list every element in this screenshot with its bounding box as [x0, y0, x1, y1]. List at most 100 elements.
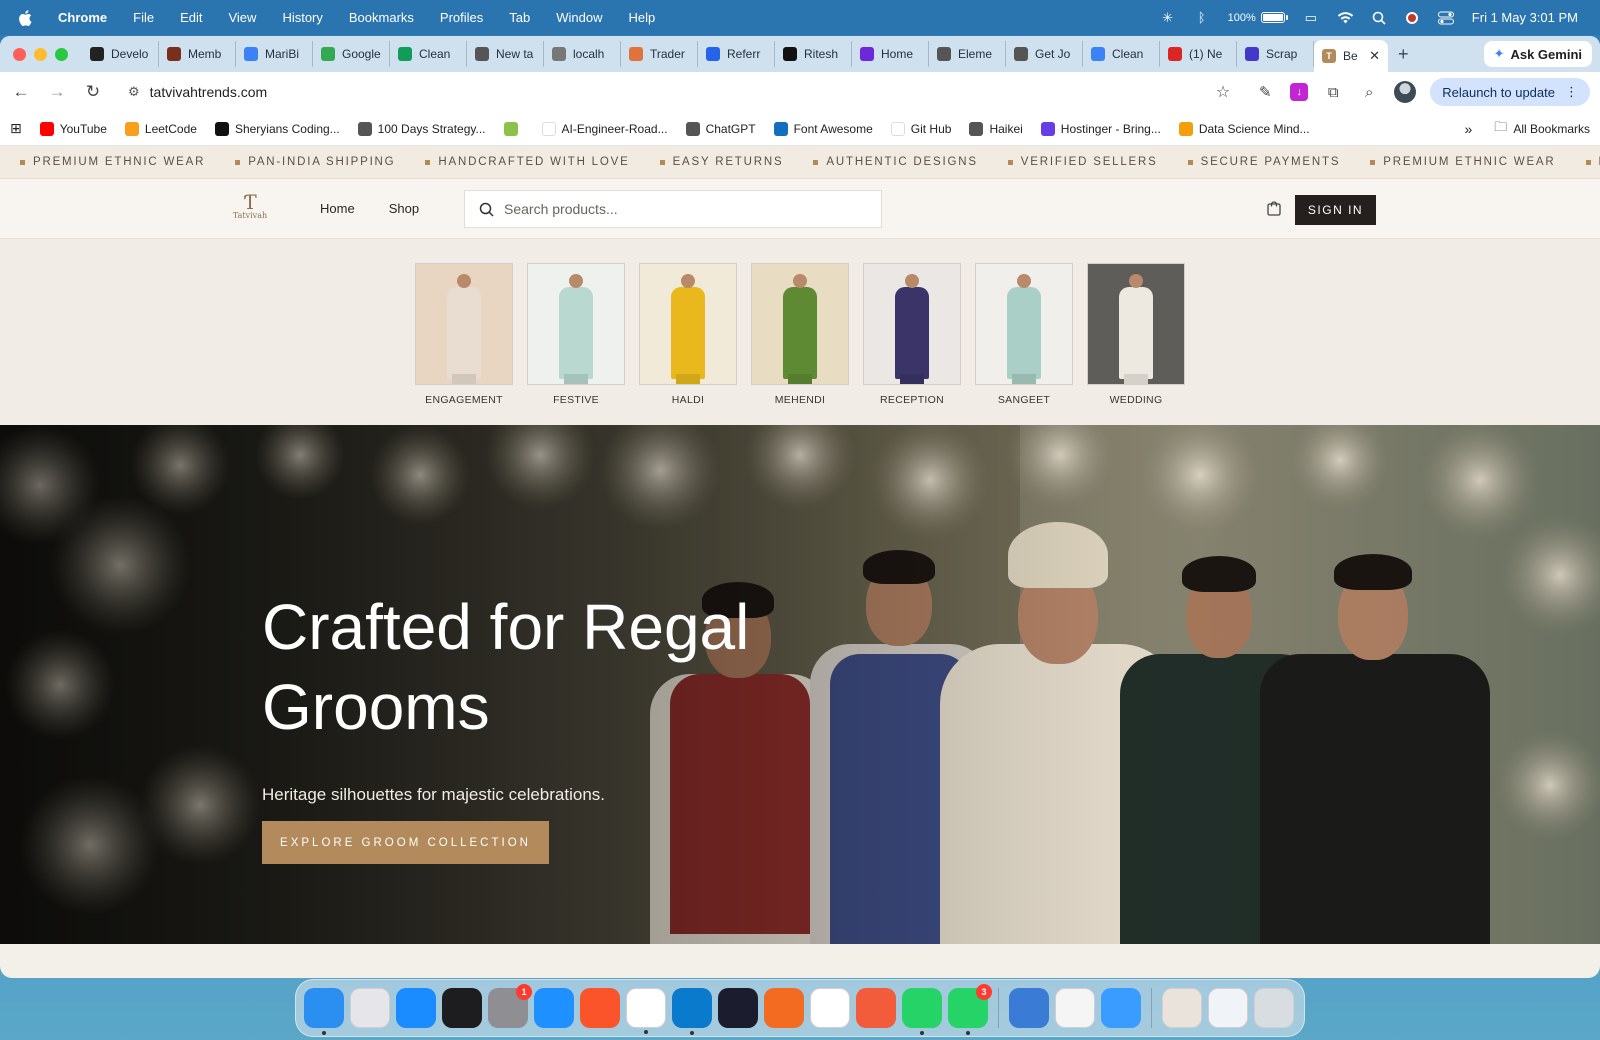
- reload-icon[interactable]: ↻: [82, 82, 104, 102]
- all-bookmarks-folder[interactable]: 🗀 All Bookmarks: [1494, 118, 1590, 140]
- browser-tab[interactable]: Eleme: [929, 41, 1006, 67]
- ask-gemini-button[interactable]: ✦ Ask Gemini: [1483, 41, 1592, 67]
- dock-pen-tool-icon[interactable]: [764, 988, 804, 1028]
- browser-tab[interactable]: localh: [544, 41, 621, 67]
- menu-file[interactable]: File: [133, 10, 154, 25]
- bookmark-font-awesome[interactable]: Font Awesome: [773, 121, 873, 136]
- bookmark-leetcode[interactable]: LeetCode: [124, 121, 197, 136]
- kebab-menu-icon[interactable]: ⋮: [1565, 84, 1578, 100]
- dock-vs-code-icon[interactable]: [672, 988, 712, 1035]
- bookmark-youtube[interactable]: YouTube: [39, 121, 107, 136]
- dock-mail-icon[interactable]: [1101, 988, 1141, 1028]
- new-tab-button[interactable]: +: [1388, 44, 1419, 65]
- category-mehendi[interactable]: MEHENDI: [751, 263, 849, 406]
- zoom-window-button[interactable]: [55, 47, 68, 61]
- dock-launchpad-icon[interactable]: [350, 988, 390, 1028]
- bookmark-sheryians-coding[interactable]: Sheryians Coding...: [214, 121, 340, 136]
- browser-tab[interactable]: Get Jo: [1006, 41, 1083, 67]
- menu-history[interactable]: History: [282, 10, 322, 25]
- category-haldi[interactable]: HALDI: [639, 263, 737, 406]
- dock-brave-icon[interactable]: [580, 988, 620, 1028]
- dock-chatgpt-icon[interactable]: [810, 988, 850, 1028]
- menu-profiles[interactable]: Profiles: [440, 10, 483, 25]
- dock-affinity-icon[interactable]: [718, 988, 758, 1028]
- product-search-box[interactable]: Search products...: [464, 190, 882, 228]
- dock-whatsapp-icon[interactable]: [902, 988, 942, 1035]
- browser-tab[interactable]: New ta: [467, 41, 544, 67]
- browser-tab[interactable]: Trader: [621, 41, 698, 67]
- bookmark-git-hub[interactable]: Git Hub: [890, 121, 951, 136]
- dock-downloads-icon[interactable]: [1009, 988, 1049, 1028]
- category-thumbnail[interactable]: [415, 263, 513, 385]
- nav-shop-link[interactable]: Shop: [389, 201, 419, 216]
- site-info-icon[interactable]: ⚙: [128, 84, 140, 100]
- dock-chrome-icon[interactable]: [626, 988, 666, 1034]
- search-input[interactable]: Search products...: [504, 201, 618, 217]
- category-thumbnail[interactable]: [639, 263, 737, 385]
- category-sangeet[interactable]: SANGEET: [975, 263, 1073, 406]
- category-reception[interactable]: RECEPTION: [863, 263, 961, 406]
- more-bookmarks-chevron-icon[interactable]: »: [1465, 121, 1473, 137]
- battery-status[interactable]: 100%: [1228, 12, 1288, 24]
- dock-documents-icon[interactable]: [1162, 988, 1202, 1028]
- relaunch-to-update-button[interactable]: Relaunch to update ⋮: [1430, 78, 1590, 106]
- category-thumbnail[interactable]: [863, 263, 961, 385]
- wifi-icon[interactable]: [1337, 11, 1354, 24]
- back-arrow-icon[interactable]: ←: [10, 82, 32, 102]
- spotlight-search-icon[interactable]: [1372, 11, 1386, 25]
- minimize-window-button[interactable]: [34, 47, 47, 61]
- menu-window[interactable]: Window: [556, 10, 602, 25]
- tatvivah-logo[interactable]: Ƭ Tatvivah: [229, 192, 271, 225]
- bookmark-100-days-strategy[interactable]: 100 Days Strategy...: [357, 121, 486, 136]
- bookmark-data-science-mind[interactable]: Data Science Mind...: [1178, 121, 1310, 136]
- control-center-icon[interactable]: [1437, 11, 1454, 25]
- browser-tab[interactable]: Clean: [1083, 41, 1160, 67]
- bookmark-star-icon[interactable]: ☆: [1216, 82, 1230, 102]
- bookmark-chatgpt[interactable]: ChatGPT: [685, 121, 756, 136]
- address-bar[interactable]: ⚙ tatvivahtrends.com ☆: [118, 76, 1240, 108]
- browser-tab[interactable]: Google: [313, 41, 390, 67]
- bookmark-hostinger-bring[interactable]: Hostinger - Bring...: [1040, 121, 1161, 136]
- dock-safari-icon[interactable]: [534, 988, 574, 1028]
- apple-menu-icon[interactable]: [18, 9, 32, 26]
- browser-tab[interactable]: Referr: [698, 41, 775, 67]
- browser-tab[interactable]: Develo: [82, 41, 159, 67]
- dock-activity-monitor-icon[interactable]: [442, 988, 482, 1028]
- menu-tab[interactable]: Tab: [509, 10, 530, 25]
- dock-whatsapp-business-icon[interactable]: 3: [948, 984, 992, 1035]
- close-window-button[interactable]: [13, 47, 26, 61]
- eyedropper-extension-icon[interactable]: ✎: [1254, 83, 1276, 101]
- category-festive[interactable]: FESTIVE: [527, 263, 625, 406]
- menu-view[interactable]: View: [228, 10, 256, 25]
- dock-trash-icon[interactable]: [1254, 988, 1294, 1028]
- bookmark-haikei[interactable]: Haikei: [969, 121, 1023, 136]
- browser-tab[interactable]: (1) Ne: [1160, 41, 1237, 67]
- shopping-bag-icon[interactable]: [1266, 200, 1282, 216]
- dock-notes-icon[interactable]: [1055, 988, 1095, 1028]
- menu-app-name[interactable]: Chrome: [58, 10, 107, 25]
- nav-home-link[interactable]: Home: [320, 201, 355, 216]
- category-wedding[interactable]: WEDDING: [1087, 263, 1185, 406]
- browser-tab[interactable]: Scrap: [1237, 41, 1314, 67]
- bookmark-unnamed[interactable]: [503, 121, 524, 136]
- browser-tab-active[interactable]: T Be ✕: [1314, 40, 1388, 72]
- browser-tab[interactable]: Clean: [390, 41, 467, 67]
- dock-finder-icon[interactable]: [304, 988, 344, 1035]
- browser-tab[interactable]: Home: [852, 41, 929, 67]
- bookmark-ai-engineer-road[interactable]: AI-Engineer-Road...: [541, 121, 668, 136]
- explore-groom-collection-button[interactable]: EXPLORE GROOM COLLECTION: [262, 821, 549, 864]
- apps-grid-icon[interactable]: ⊞: [10, 120, 22, 137]
- download-extension-icon[interactable]: ↓: [1290, 83, 1309, 101]
- dock-screenshots-icon[interactable]: [1208, 988, 1248, 1028]
- sign-in-button[interactable]: SIGN IN: [1295, 195, 1376, 225]
- category-thumbnail[interactable]: [751, 263, 849, 385]
- menu-bookmarks[interactable]: Bookmarks: [349, 10, 414, 25]
- browser-tab[interactable]: MariBi: [236, 41, 313, 67]
- category-thumbnail[interactable]: [1087, 263, 1185, 385]
- claude-status-icon[interactable]: ✳: [1160, 10, 1176, 25]
- browser-tab[interactable]: Ritesh: [775, 41, 852, 67]
- category-thumbnail[interactable]: [527, 263, 625, 385]
- close-tab-icon[interactable]: ✕: [1369, 48, 1380, 64]
- dock-app-store-icon[interactable]: [396, 988, 436, 1028]
- browser-tab[interactable]: Memb: [159, 41, 236, 67]
